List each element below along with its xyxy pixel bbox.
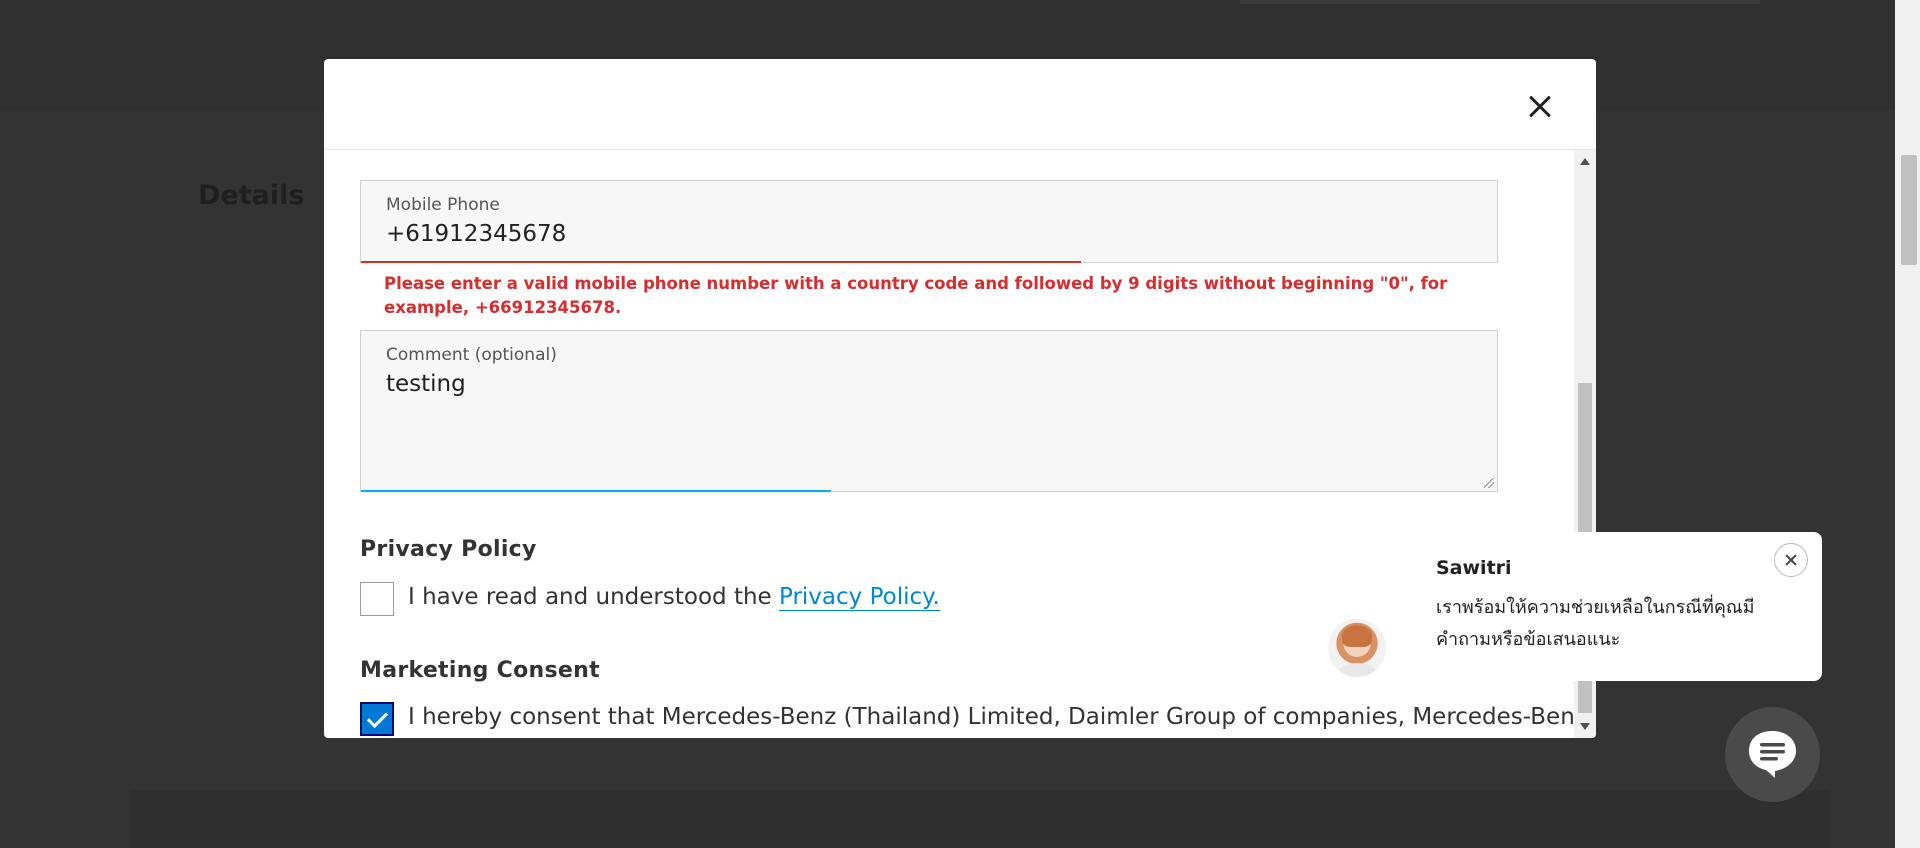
chat-close-icon[interactable] [1774, 543, 1808, 577]
avatar-hair [1342, 625, 1372, 647]
privacy-policy-link[interactable]: Privacy Policy. [779, 584, 940, 611]
chat-greeting-popup[interactable]: Sawitri เราพร้อมให้ความช่วยเหลือในกรณีที… [1385, 532, 1822, 681]
resize-handle-icon[interactable] [1484, 478, 1494, 488]
mobile-phone-error-underline [361, 261, 1081, 263]
chat-greeting-message: เราพร้อมให้ความช่วยเหลือในกรณีที่คุณมีคำ… [1436, 597, 1755, 650]
mobile-phone-input[interactable]: +61912345678 [386, 221, 566, 247]
chat-launcher-button[interactable] [1725, 707, 1820, 802]
scroll-down-arrow-icon[interactable] [1580, 723, 1590, 730]
modal-header [324, 59, 1596, 150]
chat-agent-name: Sawitri [1436, 557, 1512, 579]
chat-bubble-icon [1749, 731, 1796, 778]
marketing-checkbox[interactable] [360, 702, 394, 736]
privacy-text: I have read and understood the [408, 584, 779, 610]
scroll-up-arrow-icon[interactable] [1580, 158, 1590, 165]
page-footer-background [130, 790, 1830, 848]
section-heading: Details [198, 180, 305, 211]
page-header-bar [1240, 0, 1760, 4]
mobile-phone-label: Mobile Phone [386, 195, 500, 215]
comment-focus-underline [361, 490, 831, 492]
privacy-checkbox[interactable] [360, 582, 394, 616]
page-scrollbar-thumb[interactable] [1901, 155, 1917, 265]
page-scrollbar[interactable] [1895, 0, 1920, 848]
marketing-checkbox-label: I hereby consent that Mercedes-Benz (Tha… [408, 704, 1574, 730]
agent-avatar[interactable] [1325, 616, 1389, 680]
comment-label: Comment (optional) [386, 345, 557, 365]
marketing-consent-title: Marketing Consent [360, 658, 600, 683]
mobile-phone-error-message: Please enter a valid mobile phone number… [384, 274, 1448, 317]
privacy-policy-title: Privacy Policy [360, 537, 537, 562]
modal-close-icon[interactable] [1522, 89, 1558, 125]
comment-field[interactable]: Comment (optional) testing [360, 330, 1498, 492]
comment-textarea[interactable]: testing [386, 371, 466, 397]
privacy-checkbox-label: I have read and understood the Privacy P… [408, 584, 940, 611]
mobile-phone-field[interactable]: Mobile Phone +61912345678 [360, 180, 1498, 263]
